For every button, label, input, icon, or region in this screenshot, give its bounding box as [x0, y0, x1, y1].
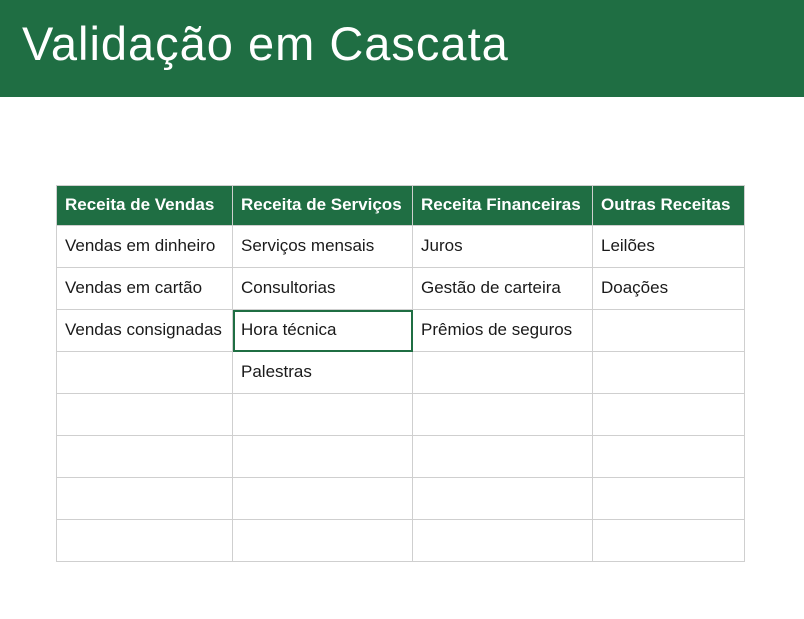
- table-cell[interactable]: [593, 352, 745, 394]
- table-header: Receita de Serviços: [233, 186, 413, 226]
- table-cell[interactable]: [593, 520, 745, 562]
- table-cell[interactable]: Consultorias: [233, 268, 413, 310]
- table-cell[interactable]: [57, 436, 233, 478]
- table-cell[interactable]: [233, 394, 413, 436]
- table-cell[interactable]: [233, 478, 413, 520]
- table-row: [57, 478, 745, 520]
- table-header: Receita de Vendas: [57, 186, 233, 226]
- table-cell[interactable]: [57, 520, 233, 562]
- table-row: Palestras: [57, 352, 745, 394]
- table-cell[interactable]: Leilões: [593, 226, 745, 268]
- table-row: [57, 436, 745, 478]
- table-cell[interactable]: Doações: [593, 268, 745, 310]
- table-cell[interactable]: Juros: [413, 226, 593, 268]
- table-cell[interactable]: [413, 520, 593, 562]
- table-cell[interactable]: [233, 436, 413, 478]
- table-header: Outras Receitas: [593, 186, 745, 226]
- header-bar: Validação em Cascata: [0, 0, 804, 97]
- table-body: Vendas em dinheiroServiços mensaisJurosL…: [57, 226, 745, 562]
- table-cell[interactable]: [593, 310, 745, 352]
- table-row: Vendas em dinheiroServiços mensaisJurosL…: [57, 226, 745, 268]
- table-cell[interactable]: [593, 436, 745, 478]
- table-cell[interactable]: [413, 478, 593, 520]
- data-table: Receita de Vendas Receita de Serviços Re…: [56, 185, 745, 562]
- table-cell[interactable]: [593, 394, 745, 436]
- table-cell[interactable]: Palestras: [233, 352, 413, 394]
- table-cell[interactable]: Prêmios de seguros: [413, 310, 593, 352]
- table-cell[interactable]: [413, 394, 593, 436]
- table-cell[interactable]: Gestão de carteira: [413, 268, 593, 310]
- page-title: Validação em Cascata: [22, 16, 782, 71]
- table-header-row: Receita de Vendas Receita de Serviços Re…: [57, 186, 745, 226]
- table-row: [57, 520, 745, 562]
- table-cell[interactable]: [57, 478, 233, 520]
- table-cell[interactable]: Vendas consignadas: [57, 310, 233, 352]
- table-cell[interactable]: [413, 436, 593, 478]
- table-row: Vendas em cartãoConsultoriasGestão de ca…: [57, 268, 745, 310]
- table-cell[interactable]: [233, 520, 413, 562]
- table-cell[interactable]: [413, 352, 593, 394]
- table-row: Vendas consignadasHora técnicaPrêmios de…: [57, 310, 745, 352]
- table-cell[interactable]: [57, 352, 233, 394]
- table-row: [57, 394, 745, 436]
- content-area: Receita de Vendas Receita de Serviços Re…: [0, 97, 804, 562]
- table-cell[interactable]: Serviços mensais: [233, 226, 413, 268]
- table-cell[interactable]: [57, 394, 233, 436]
- table-header: Receita Financeiras: [413, 186, 593, 226]
- table-cell[interactable]: [593, 478, 745, 520]
- table-cell[interactable]: Vendas em dinheiro: [57, 226, 233, 268]
- table-cell[interactable]: Vendas em cartão: [57, 268, 233, 310]
- table-cell[interactable]: Hora técnica: [233, 310, 413, 352]
